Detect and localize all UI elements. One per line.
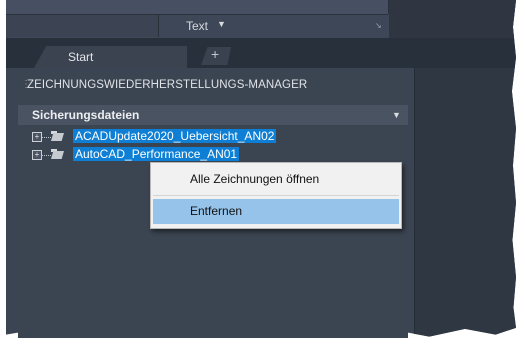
tree-item-file[interactable]: + ACADUpdate2020_Uebersicht_AN02 xyxy=(18,129,398,144)
chevron-down-icon[interactable]: ▼ xyxy=(217,19,226,29)
text-panel-label: Text xyxy=(186,19,209,33)
add-tab-button[interactable]: + xyxy=(201,47,231,65)
tree-connector xyxy=(41,155,51,156)
folder-icon xyxy=(51,149,65,159)
plus-icon: + xyxy=(211,46,220,62)
chevron-down-icon[interactable]: ▼ xyxy=(392,110,401,120)
tree-connector xyxy=(41,137,51,138)
menu-item-label: Entfernen xyxy=(190,204,243,218)
ribbon-top-strip xyxy=(6,0,389,14)
tab-start-label: Start xyxy=(68,50,94,64)
tree-item-file[interactable]: + AutoCAD_Performance_AN01 xyxy=(18,147,398,162)
context-menu: Alle Zeichnungen öffnen Entfernen xyxy=(150,162,402,229)
text-panel-title[interactable]: Text ▼ ↘ xyxy=(159,15,388,37)
file-tab-bar: Start + xyxy=(6,38,516,68)
ribbon-right-area xyxy=(389,0,516,38)
ribbon: Text ▼ ↘ xyxy=(6,0,516,38)
tab-start[interactable]: Start xyxy=(34,46,187,68)
section-backup-files[interactable]: Sicherungsdateien ▼ xyxy=(18,105,408,125)
drawing-area[interactable] xyxy=(414,68,516,337)
tree-item-label[interactable]: AutoCAD_Performance_AN01 xyxy=(73,147,240,161)
section-label: Sicherungsdateien xyxy=(32,108,140,122)
tree-item-label[interactable]: ACADUpdate2020_Uebersicht_AN02 xyxy=(73,129,277,143)
folder-icon xyxy=(51,131,65,141)
menu-item-open-all-drawings[interactable]: Alle Zeichnungen öffnen xyxy=(153,167,399,192)
menu-separator xyxy=(153,195,399,196)
menu-item-label: Alle Zeichnungen öffnen xyxy=(190,172,320,186)
panel-title-text: ZEICHNUNGSWIEDERHERSTELLUNGS-MANAGER xyxy=(27,79,308,91)
panel-title: ⋮ ZEICHNUNGSWIEDERHERSTELLUNGS-MANAGER xyxy=(18,79,408,95)
ribbon-panel-left xyxy=(6,15,159,37)
dialog-launcher-icon[interactable]: ↘ xyxy=(375,21,382,30)
panel-edge xyxy=(414,68,415,337)
menu-item-remove[interactable]: Entfernen xyxy=(153,199,399,224)
